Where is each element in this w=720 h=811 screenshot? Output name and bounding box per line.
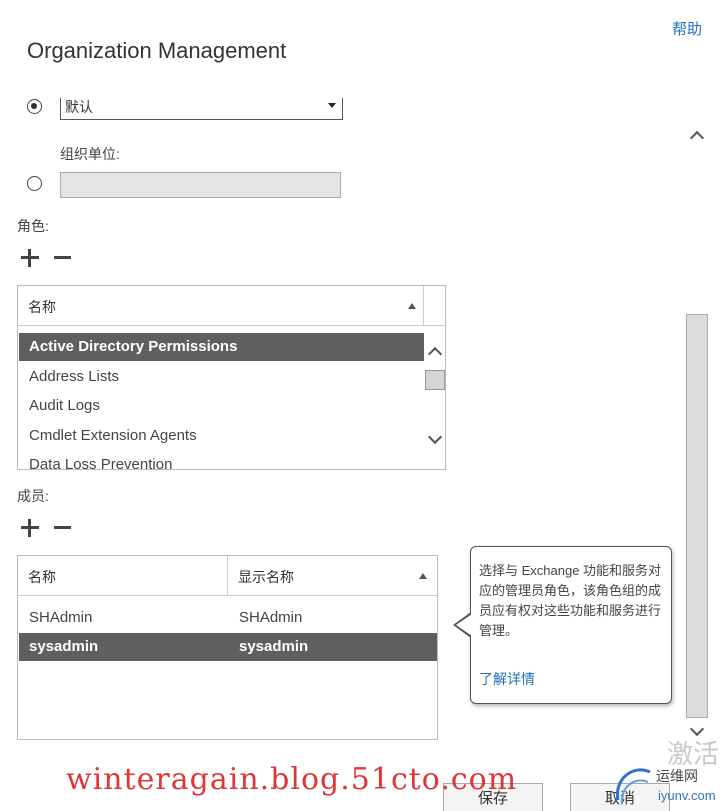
member-display-name: sysadmin — [239, 638, 309, 655]
column-divider — [227, 556, 228, 596]
roles-grid: 名称 Active Directory Permissions Address … — [17, 285, 446, 470]
sort-up-icon[interactable] — [408, 303, 416, 309]
remove-role-button[interactable] — [53, 248, 73, 268]
members-grid: 名称 显示名称 SHAdmin SHAdmin sysadmin sysadmi… — [17, 555, 438, 740]
org-unit-label: 组织单位: — [60, 146, 120, 162]
members-column-display-name[interactable]: 显示名称 — [238, 567, 294, 587]
member-display-name: SHAdmin — [239, 609, 303, 626]
callout-pointer-fill — [456, 614, 472, 636]
default-scope-select-value: 默认 — [65, 99, 93, 115]
role-row[interactable]: Address Lists — [19, 363, 424, 391]
role-row[interactable]: Cmdlet Extension Agents — [19, 422, 424, 450]
org-unit-input — [60, 172, 341, 198]
info-callout: 选择与 Exchange 功能和服务对应的管理员角色，该角色组的成员应有权对这些… — [470, 546, 672, 704]
role-row[interactable]: Audit Logs — [19, 392, 424, 420]
learn-more-link[interactable]: 了解详情 — [479, 669, 535, 689]
callout-text: 选择与 Exchange 功能和服务对应的管理员角色，该角色组的成员应有权对这些… — [479, 563, 662, 638]
member-name: SHAdmin — [29, 609, 93, 626]
members-grid-header: 名称 显示名称 — [18, 556, 437, 596]
page-title: Organization Management — [27, 38, 287, 63]
member-row[interactable]: SHAdmin SHAdmin — [19, 604, 437, 632]
remove-member-button[interactable] — [53, 518, 73, 538]
blog-watermark: winteragain.blog.51cto.com — [66, 762, 518, 797]
members-column-name[interactable]: 名称 — [28, 567, 56, 587]
logo-swoosh-icon — [615, 768, 651, 805]
role-row[interactable]: Data Loss Prevention — [19, 451, 424, 469]
add-role-button[interactable] — [20, 248, 40, 268]
member-name: sysadmin — [29, 638, 99, 655]
org-unit-radio[interactable] — [27, 176, 42, 191]
sort-up-icon[interactable] — [419, 573, 427, 579]
roles-label: 角色: — [17, 218, 49, 234]
site-logo: 运维网 iyunv.com — [612, 760, 720, 811]
role-row[interactable]: Active Directory Permissions — [19, 333, 424, 361]
page-scroll-thumb[interactable] — [686, 314, 708, 718]
scroll-up-icon[interactable] — [427, 346, 443, 362]
roles-scroll-thumb[interactable] — [425, 370, 445, 390]
page-scroll-up-icon[interactable] — [689, 130, 705, 146]
add-member-button[interactable] — [20, 518, 40, 538]
roles-grid-header: 名称 — [18, 286, 445, 326]
members-label: 成员: — [17, 488, 49, 504]
logo-text: 运维网 — [656, 768, 698, 784]
chevron-down-icon — [328, 103, 336, 108]
default-scope-select[interactable]: 默认 — [60, 98, 343, 120]
member-row[interactable]: sysadmin sysadmin — [19, 633, 437, 661]
logo-url: iyunv.com — [658, 788, 716, 803]
scroll-down-icon[interactable] — [427, 429, 443, 445]
roles-column-name[interactable]: 名称 — [28, 297, 56, 317]
help-link[interactable]: 帮助 — [672, 18, 702, 39]
default-scope-radio[interactable] — [27, 99, 42, 114]
column-divider — [423, 286, 424, 326]
